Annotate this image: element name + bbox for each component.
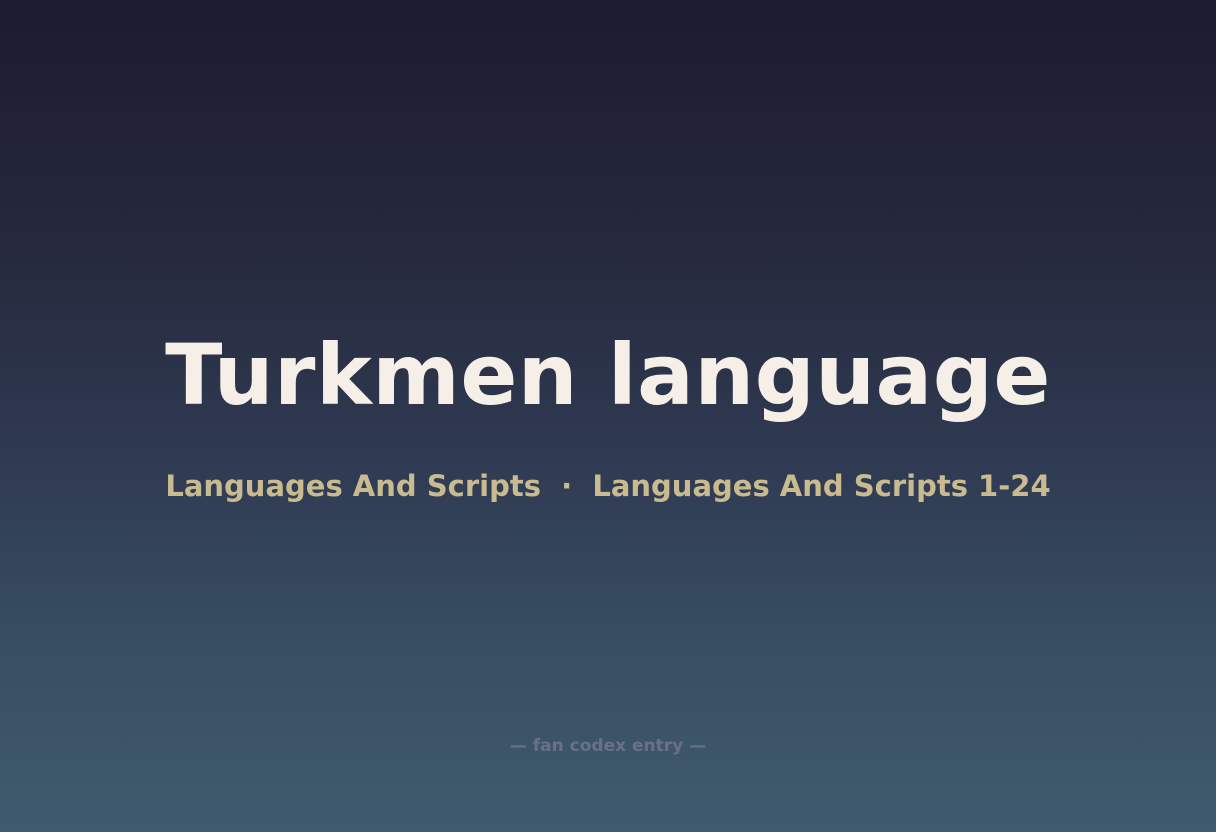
entry-footer: — fan codex entry — — [509, 736, 707, 756]
entry-subtitle: Languages And Scripts · Languages And Sc… — [165, 469, 1051, 503]
entry-title: Turkmen language — [165, 326, 1051, 424]
